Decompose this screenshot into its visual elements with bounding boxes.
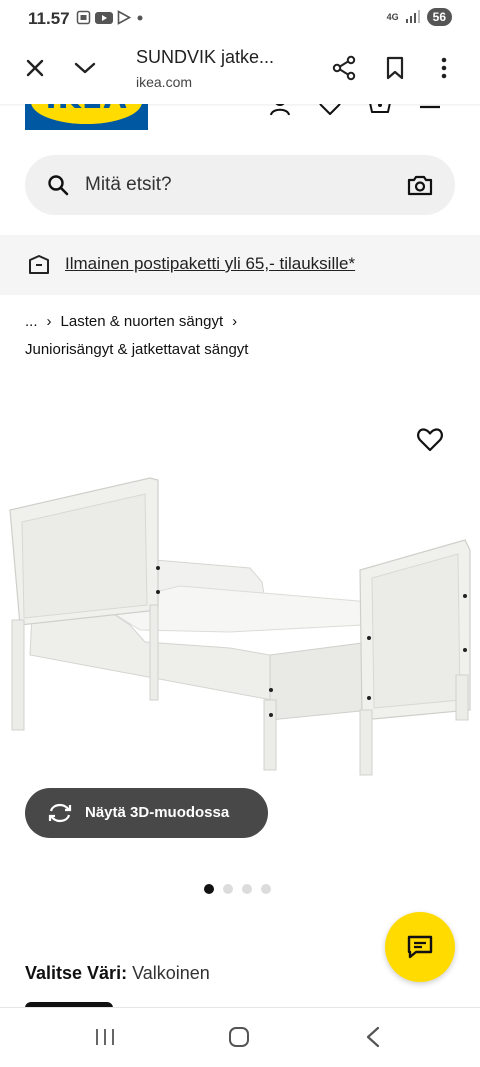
back-icon[interactable]	[364, 1025, 382, 1049]
youtube-icon	[95, 11, 113, 24]
carousel-dots	[204, 884, 271, 894]
promo-banner: Ilmainen postipaketti yli 65,- tilauksil…	[0, 235, 480, 295]
search-input[interactable]: Mitä etsit?	[85, 174, 172, 196]
color-label: Valitse Väri:	[25, 963, 128, 983]
battery-badge: 56	[426, 8, 452, 26]
recent-apps-icon[interactable]	[94, 1026, 116, 1048]
status-time: 11.57	[28, 9, 70, 28]
search-bar[interactable]: Mitä etsit?	[25, 155, 455, 215]
breadcrumb-separator: ›	[46, 313, 52, 330]
close-tab-button[interactable]	[19, 52, 51, 84]
carousel-dot[interactable]	[204, 884, 214, 894]
product-image[interactable]	[0, 410, 480, 810]
close-icon	[26, 59, 44, 77]
parcel-icon	[29, 255, 49, 274]
page-url: ikea.com	[136, 74, 193, 90]
breadcrumb-current[interactable]: Juniorisängyt & jatkettavat sängyt	[25, 341, 248, 358]
favorite-heart-icon[interactable]	[416, 427, 444, 453]
browser-toolbar: SUNDVIK jatke... ikea.com	[0, 36, 480, 104]
ikea-logo[interactable]: IKEA	[25, 104, 148, 130]
more-vert-icon	[441, 57, 447, 79]
share-icon	[332, 55, 356, 81]
screenshot-icon	[76, 10, 91, 25]
expand-toolbar-button[interactable]	[69, 52, 101, 84]
profile-icon[interactable]	[268, 104, 292, 118]
breadcrumb-ellipsis[interactable]: ...	[25, 313, 38, 330]
carousel-dot[interactable]	[242, 884, 252, 894]
network-type: 4G	[386, 11, 399, 22]
rotate-3d-icon	[48, 803, 72, 823]
ikea-logo-text: IKEA	[25, 104, 148, 116]
view-3d-button[interactable]: Näytä 3D-muodossa	[25, 788, 268, 838]
wishlist-icon[interactable]	[318, 104, 342, 116]
color-selector: Valitse Väri: Valkoinen	[25, 963, 210, 984]
notification-icons	[76, 10, 145, 25]
search-icon	[48, 175, 69, 196]
home-icon[interactable]	[227, 1025, 251, 1049]
site-header: IKEA	[0, 104, 480, 134]
breadcrumb-separator: ›	[232, 313, 238, 330]
signal-icon	[405, 10, 420, 23]
share-button[interactable]	[328, 52, 360, 84]
color-value: Valkoinen	[132, 963, 210, 983]
camera-search-icon[interactable]	[407, 174, 433, 196]
system-nav-bar	[0, 1007, 480, 1067]
carousel-dot[interactable]	[223, 884, 233, 894]
bookmark-icon	[386, 56, 404, 80]
menu-icon[interactable]	[418, 104, 442, 114]
notification-dot-icon	[137, 15, 143, 20]
system-icons: 4G 56	[387, 8, 452, 26]
cart-icon[interactable]	[367, 104, 393, 116]
view-3d-label: Näytä 3D-muodossa	[85, 804, 230, 821]
breadcrumb: ... › Lasten & nuorten sängyt ›	[25, 313, 237, 330]
play-store-icon	[117, 10, 131, 25]
page-title: SUNDVIK jatke...	[136, 47, 275, 67]
carousel-dot[interactable]	[261, 884, 271, 894]
status-bar: 11.57 4G 56	[0, 0, 480, 36]
chat-button[interactable]	[385, 912, 455, 982]
bookmark-button[interactable]	[379, 52, 411, 84]
bed-image	[9, 477, 471, 776]
promo-link[interactable]: Ilmainen postipaketti yli 65,- tilauksil…	[65, 254, 355, 274]
more-options-button[interactable]	[428, 52, 460, 84]
breadcrumb-parent-link[interactable]: Lasten & nuorten sängyt	[61, 313, 224, 330]
chat-icon	[407, 935, 433, 959]
chevron-down-icon	[74, 62, 96, 74]
